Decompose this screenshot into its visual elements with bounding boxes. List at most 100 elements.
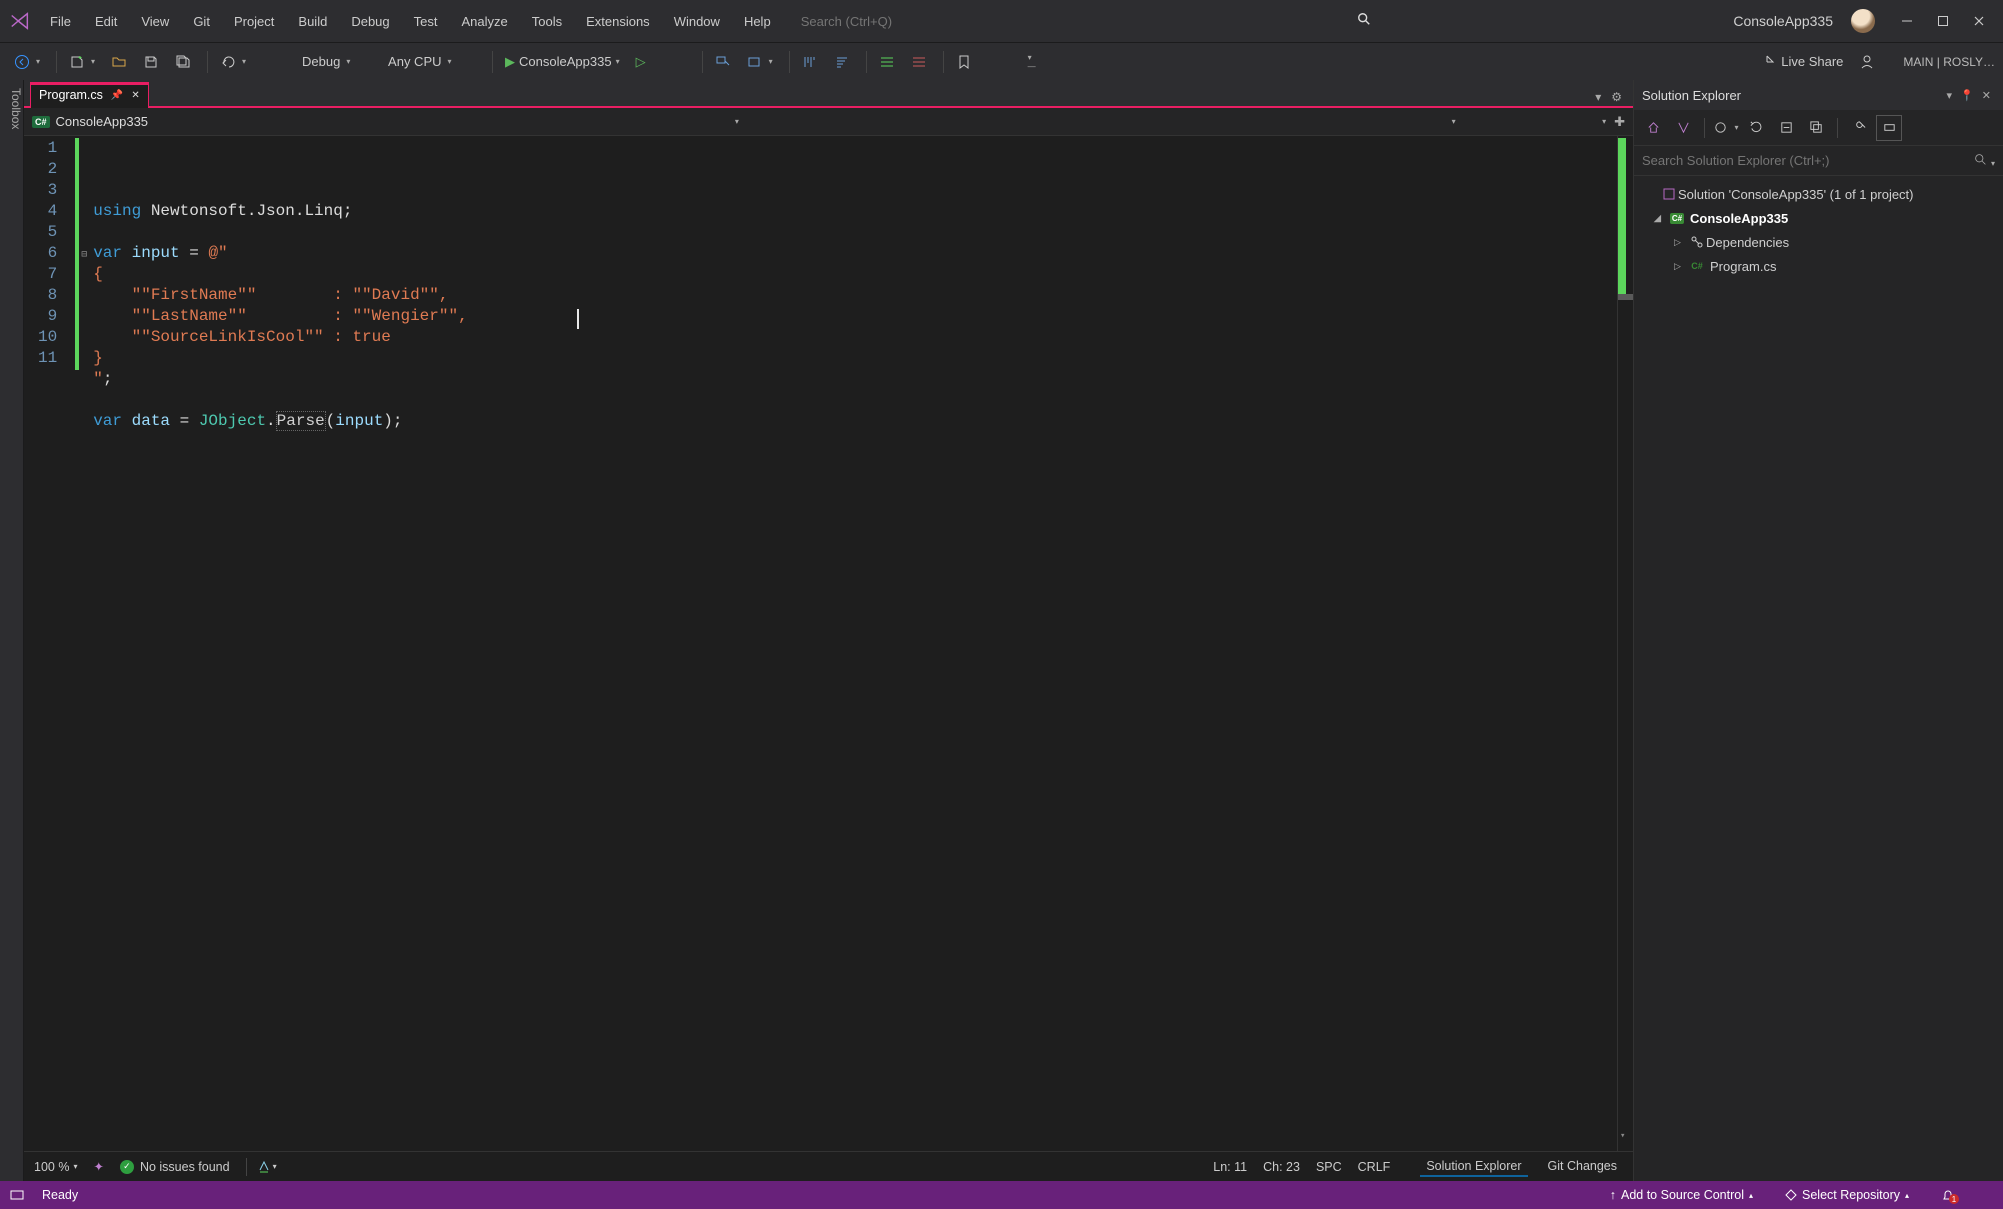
pending-changes-icon[interactable] <box>1713 115 1739 141</box>
step-into-icon[interactable] <box>828 50 856 74</box>
vs-logo-icon <box>6 7 34 35</box>
solution-toolbar <box>1634 110 2003 146</box>
collapse-all-icon[interactable] <box>1773 115 1799 141</box>
start-debug-button[interactable]: ▶ ConsoleApp335 ▾ <box>499 50 626 74</box>
tree-file-node[interactable]: ▷ C# Program.cs <box>1638 254 1999 278</box>
undo-button[interactable] <box>214 50 252 74</box>
csharp-project-icon: C# <box>1668 213 1686 224</box>
app-title: ConsoleApp335 <box>1715 13 1851 29</box>
home-icon[interactable] <box>1640 115 1666 141</box>
code-area[interactable]: using Newtonsoft.Json.Linq;⊟var input = … <box>87 136 1617 1151</box>
output-icon[interactable] <box>10 1188 24 1202</box>
nav-back-button[interactable] <box>8 50 46 74</box>
maximize-button[interactable] <box>1925 6 1961 36</box>
toolbar-icon-2[interactable] <box>741 50 779 74</box>
tree-project-node[interactable]: ◢ C# ConsoleApp335 <box>1638 206 1999 230</box>
step-over-icon[interactable] <box>796 50 824 74</box>
menu-test[interactable]: Test <box>402 7 450 36</box>
user-avatar[interactable] <box>1851 9 1875 33</box>
preview-selected-icon[interactable] <box>1876 115 1902 141</box>
overview-ruler[interactable]: ▴ ▾ <box>1617 136 1633 1151</box>
main-toolbar: Debug Any CPU ▶ ConsoleApp335 ▾ ▷ ▾— Liv… <box>0 42 2003 80</box>
start-without-debug-button[interactable]: ▷ <box>630 50 652 74</box>
switch-view-icon[interactable] <box>1670 115 1696 141</box>
code-editor[interactable]: 1234567891011 using Newtonsoft.Json.Linq… <box>24 136 1633 1151</box>
toolbar-icon-1[interactable] <box>709 50 737 74</box>
panel-pin-icon[interactable]: 📍 <box>1956 89 1978 102</box>
menu-debug[interactable]: Debug <box>339 7 401 36</box>
pin-tab-icon[interactable]: 📌 <box>111 90 123 101</box>
bookmark-icon[interactable] <box>950 50 978 74</box>
menu-tools[interactable]: Tools <box>520 7 574 36</box>
nav-project[interactable]: ConsoleApp335 <box>56 114 149 129</box>
menu-git[interactable]: Git <box>181 7 222 36</box>
indent-mode[interactable]: SPC <box>1316 1160 1342 1174</box>
editor-pane: Program.cs 📌 ✕ ▾ ⚙ C# ConsoleApp335 ▾ ▾ … <box>24 80 1633 1181</box>
save-button[interactable] <box>137 50 165 74</box>
new-item-button[interactable] <box>63 50 101 74</box>
cursor-line[interactable]: Ln: 11 <box>1213 1160 1247 1174</box>
solution-root-label: Solution 'ConsoleApp335' (1 of 1 project… <box>1678 187 1914 202</box>
lightbulb-icon[interactable]: ✦ <box>93 1159 103 1174</box>
solution-explorer-panel: Solution Explorer ▾ 📍 ✕ ▾ <box>1633 80 2003 1181</box>
menu-view[interactable]: View <box>129 7 181 36</box>
feedback-icon[interactable] <box>1853 50 1881 74</box>
menu-build[interactable]: Build <box>286 7 339 36</box>
dependencies-label: Dependencies <box>1706 235 1789 250</box>
run-target-label: ConsoleApp335 <box>519 54 612 69</box>
notifications-icon[interactable] <box>1941 1188 1955 1202</box>
save-all-button[interactable] <box>169 50 197 74</box>
split-editor-icon[interactable]: ✚ <box>1614 114 1625 130</box>
solution-search-input[interactable] <box>1642 153 1974 168</box>
code-cleanup-icon[interactable]: ▾ <box>257 1160 277 1174</box>
zoom-level[interactable]: 100 %▾ <box>34 1160 77 1174</box>
open-file-button[interactable] <box>105 50 133 74</box>
quicklaunch-search[interactable] <box>801 14 1031 29</box>
tab-dropdown-icon[interactable]: ▾ <box>1590 88 1606 106</box>
menu-extensions[interactable]: Extensions <box>574 7 662 36</box>
panel-dropdown-icon[interactable]: ▾ <box>1943 89 1957 102</box>
file-tab-program-cs[interactable]: Program.cs 📌 ✕ <box>30 82 149 108</box>
solution-search[interactable]: ▾ <box>1634 146 2003 176</box>
solution-explorer-title: Solution Explorer <box>1642 88 1741 103</box>
menu-help[interactable]: Help <box>732 7 783 36</box>
code-nav-bar: C# ConsoleApp335 ▾ ▾ ▾ ✚ <box>24 108 1633 136</box>
add-to-source-control[interactable]: ↑Add to Source Control▴ <box>1610 1188 1753 1202</box>
menu-project[interactable]: Project <box>222 7 286 36</box>
issues-status[interactable]: ✓ No issues found <box>120 1160 230 1174</box>
comment-icon[interactable] <box>873 50 901 74</box>
minimize-button[interactable] <box>1889 6 1925 36</box>
menu-analyze[interactable]: Analyze <box>449 7 519 36</box>
configuration-dropdown[interactable]: Debug <box>296 50 364 73</box>
project-label: ConsoleApp335 <box>1690 211 1788 226</box>
tab-settings-icon[interactable]: ⚙ <box>1606 88 1627 106</box>
tree-solution-node[interactable]: Solution 'ConsoleApp335' (1 of 1 project… <box>1638 182 1999 206</box>
tree-dependencies-node[interactable]: ▷ Dependencies <box>1638 230 1999 254</box>
toolbar-overflow-icon[interactable]: ▾— <box>1022 49 1042 75</box>
line-ending[interactable]: CRLF <box>1358 1160 1391 1174</box>
panel-tab-git-changes[interactable]: Git Changes <box>1542 1157 1623 1177</box>
branch-indicator[interactable]: MAIN | ROSLY… <box>1903 55 1995 69</box>
menu-file[interactable]: File <box>38 7 83 36</box>
uncomment-icon[interactable] <box>905 50 933 74</box>
properties-icon[interactable] <box>1846 115 1872 141</box>
toolbox-sidebar[interactable]: Toolbox <box>0 80 24 1181</box>
tab-filename: Program.cs <box>39 88 103 102</box>
refresh-icon[interactable] <box>1743 115 1769 141</box>
cs-badge-icon: C# <box>32 116 50 128</box>
close-tab-icon[interactable]: ✕ <box>131 90 139 101</box>
titlebar: FileEditViewGitProjectBuildDebugTestAnal… <box>0 0 2003 42</box>
show-all-files-icon[interactable] <box>1803 115 1829 141</box>
live-share-button[interactable]: Live Share <box>1753 50 1849 74</box>
quicklaunch-input[interactable] <box>801 14 1031 29</box>
select-repository[interactable]: Select Repository▴ <box>1785 1188 1909 1202</box>
platform-dropdown[interactable]: Any CPU <box>382 50 482 73</box>
cursor-col[interactable]: Ch: 23 <box>1263 1160 1300 1174</box>
menu-window[interactable]: Window <box>662 7 732 36</box>
panel-close-icon[interactable]: ✕ <box>1978 89 1995 102</box>
close-button[interactable] <box>1961 6 1997 36</box>
menu-edit[interactable]: Edit <box>83 7 129 36</box>
panel-tab-solution-explorer[interactable]: Solution Explorer <box>1420 1157 1527 1177</box>
search-icon[interactable]: ▾ <box>1974 153 1995 169</box>
search-icon[interactable] <box>1357 12 1371 31</box>
